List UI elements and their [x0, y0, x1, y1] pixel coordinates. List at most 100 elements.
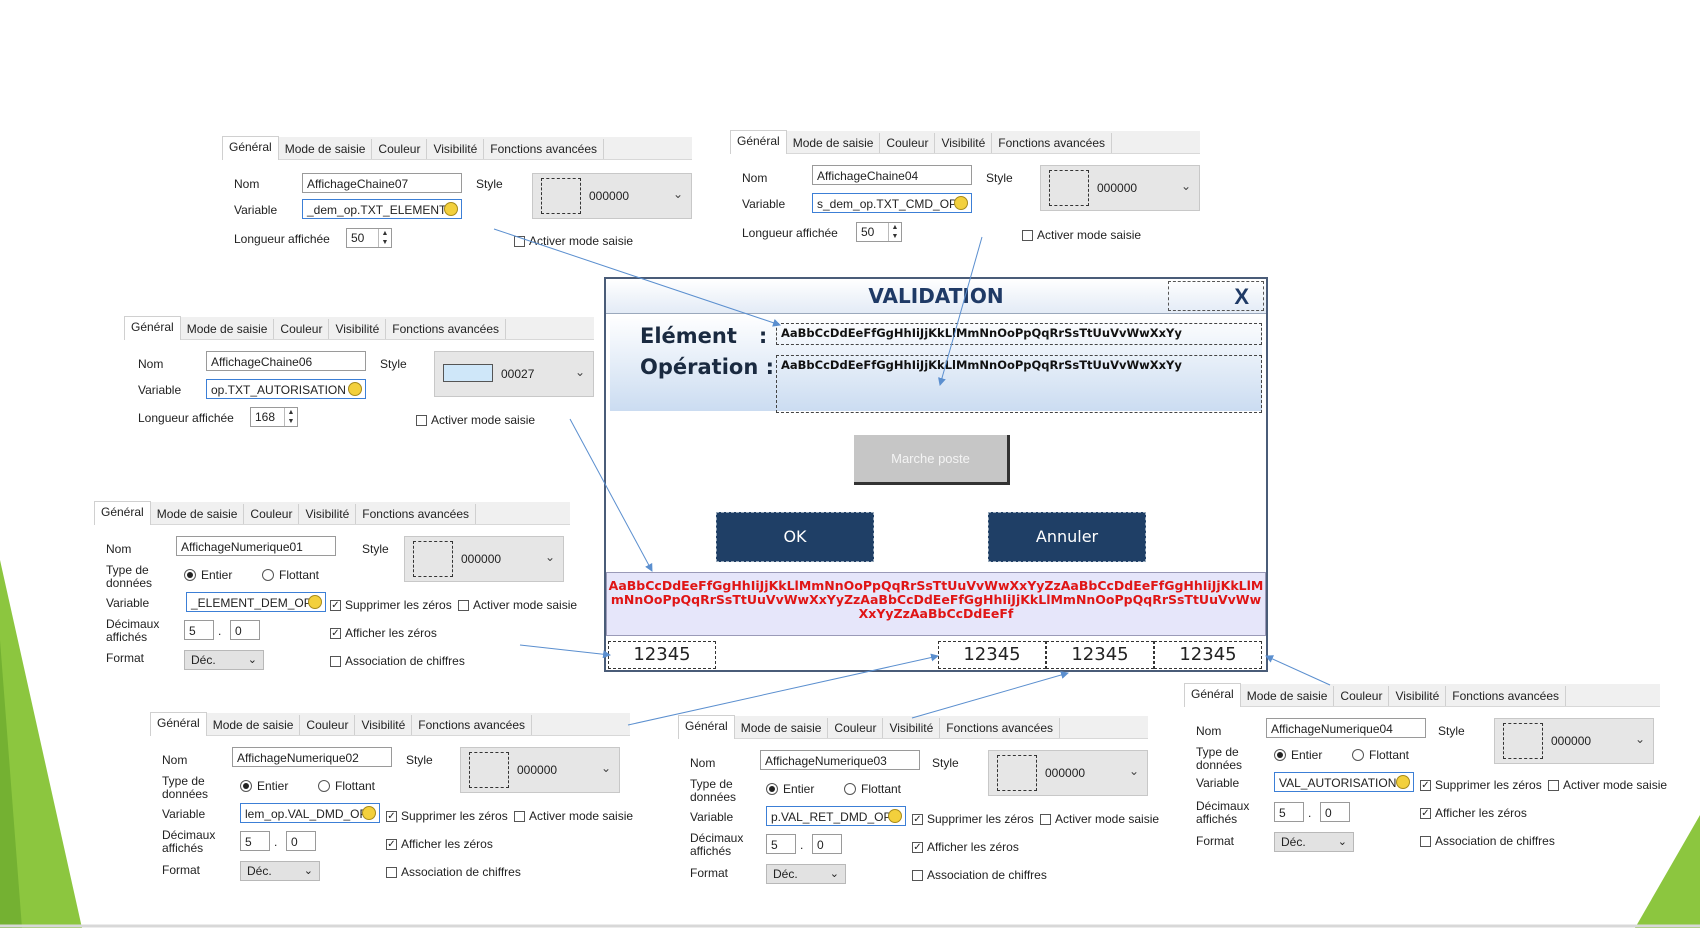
tab-fonctions-avancees[interactable]: Fonctions avancées [992, 133, 1112, 153]
activer-mode-saisie-checkbox[interactable]: Activer mode saisie [514, 234, 633, 248]
nom-field[interactable]: AffichageNumerique03 [760, 750, 920, 770]
nom-field[interactable]: AffichageNumerique02 [232, 747, 392, 767]
tab-fonctions-avancees[interactable]: Fonctions avancées [484, 139, 604, 159]
variable-field[interactable]: s_dem_op.TXT_CMD_OP [812, 193, 972, 213]
tab-general[interactable]: Général [150, 712, 207, 736]
tab-general[interactable]: Général [124, 316, 181, 340]
tab-visibilite[interactable]: Visibilité [427, 139, 485, 159]
tab-fonctions-avancees[interactable]: Fonctions avancées [386, 319, 506, 339]
association-chiffres-checkbox[interactable]: Association de chiffres [386, 865, 521, 879]
tab-visibilite[interactable]: Visibilité [299, 504, 357, 524]
flottant-radio[interactable]: Flottant [1352, 748, 1409, 762]
spinner-arrows-icon[interactable]: ▲ ▼ [284, 408, 297, 426]
lightbulb-icon[interactable] [1396, 775, 1410, 789]
tab-couleur[interactable]: Couleur [880, 133, 936, 153]
tab-couleur[interactable]: Couleur [274, 319, 330, 339]
lightbulb-icon[interactable] [308, 595, 322, 609]
longueur-spinner[interactable]: 50 ▲ ▼ [346, 228, 392, 248]
decimaux-frac-field[interactable]: 0 [812, 834, 842, 854]
tab-mode-saisie[interactable]: Mode de saisie [151, 504, 245, 524]
tab-visibilite[interactable]: Visibilité [1389, 686, 1447, 706]
variable-field[interactable]: lem_op.VAL_DMD_OP [240, 803, 380, 823]
close-icon[interactable]: X [1234, 282, 1249, 312]
lightbulb-icon[interactable] [362, 806, 376, 820]
lightbulb-icon[interactable] [888, 809, 902, 823]
decimaux-frac-field[interactable]: 0 [1320, 802, 1350, 822]
nom-field[interactable]: AffichageNumerique01 [176, 536, 336, 556]
longueur-spinner[interactable]: 168 ▲ ▼ [250, 407, 298, 427]
tab-couleur[interactable]: Couleur [244, 504, 300, 524]
tab-visibilite[interactable]: Visibilité [329, 319, 387, 339]
flottant-radio[interactable]: Flottant [844, 782, 901, 796]
spinner-arrows-icon[interactable]: ▲ ▼ [378, 229, 391, 247]
marche-poste-button[interactable]: Marche poste [854, 435, 1010, 485]
tab-general[interactable]: Général [1184, 683, 1241, 707]
supprimer-zeros-checkbox[interactable]: ✓ Supprimer les zéros [386, 809, 508, 823]
association-chiffres-checkbox[interactable]: Association de chiffres [330, 654, 465, 668]
longueur-spinner[interactable]: 50 ▲ ▼ [856, 222, 902, 242]
entier-radio[interactable]: Entier [184, 568, 232, 582]
tab-general[interactable]: Général [222, 136, 279, 160]
lightbulb-icon[interactable] [954, 196, 968, 210]
afficher-zeros-checkbox[interactable]: ✓ Afficher les zéros [330, 626, 437, 640]
tab-mode-saisie[interactable]: Mode de saisie [1241, 686, 1335, 706]
ok-button[interactable]: OK [716, 512, 874, 562]
decimaux-frac-field[interactable]: 0 [286, 831, 316, 851]
supprimer-zeros-checkbox[interactable]: ✓ Supprimer les zéros [1420, 778, 1542, 792]
tab-fonctions-avancees[interactable]: Fonctions avancées [1446, 686, 1566, 706]
entier-radio[interactable]: Entier [766, 782, 814, 796]
format-select[interactable]: Déc. ⌄ [184, 650, 264, 670]
decimaux-int-field[interactable]: 5 [766, 834, 796, 854]
format-select[interactable]: Déc. ⌄ [1274, 832, 1354, 852]
tab-fonctions-avancees[interactable]: Fonctions avancées [356, 504, 476, 524]
association-chiffres-checkbox[interactable]: Association de chiffres [1420, 834, 1555, 848]
variable-field[interactable]: op.TXT_AUTORISATION [206, 379, 366, 399]
annuler-button[interactable]: Annuler [988, 512, 1146, 562]
flottant-radio[interactable]: Flottant [262, 568, 319, 582]
variable-field[interactable]: _dem_op.TXT_ELEMENT [302, 199, 462, 219]
tab-couleur[interactable]: Couleur [828, 718, 884, 738]
nom-field[interactable]: AffichageChaine06 [206, 351, 366, 371]
tab-general[interactable]: Général [678, 715, 735, 739]
variable-field[interactable]: p.VAL_RET_DMD_OP [766, 806, 906, 826]
afficher-zeros-checkbox[interactable]: ✓ Afficher les zéros [1420, 806, 1527, 820]
afficher-zeros-checkbox[interactable]: ✓ Afficher les zéros [912, 840, 1019, 854]
lightbulb-icon[interactable] [348, 382, 362, 396]
supprimer-zeros-checkbox[interactable]: ✓ Supprimer les zéros [912, 812, 1034, 826]
tab-mode-saisie[interactable]: Mode de saisie [207, 715, 301, 735]
tab-couleur[interactable]: Couleur [300, 715, 356, 735]
activer-mode-saisie-checkbox[interactable]: Activer mode saisie [514, 809, 633, 823]
style-selector[interactable]: 000000 ⌄ [988, 750, 1148, 796]
close-button[interactable]: X [1168, 281, 1264, 311]
association-chiffres-checkbox[interactable]: Association de chiffres [912, 868, 1047, 882]
tab-couleur[interactable]: Couleur [1334, 686, 1390, 706]
style-selector[interactable]: 000000 ⌄ [1040, 165, 1200, 211]
decimaux-int-field[interactable]: 5 [1274, 802, 1304, 822]
nom-field[interactable]: AffichageChaine04 [812, 165, 972, 185]
decimaux-int-field[interactable]: 5 [240, 831, 270, 851]
tab-fonctions-avancees[interactable]: Fonctions avancées [412, 715, 532, 735]
style-selector[interactable]: 000000 ⌄ [532, 173, 692, 219]
entier-radio[interactable]: Entier [240, 779, 288, 793]
supprimer-zeros-checkbox[interactable]: ✓ Supprimer les zéros [330, 598, 452, 612]
variable-field[interactable]: _ELEMENT_DEM_OP [186, 592, 326, 612]
entier-radio[interactable]: Entier [1274, 748, 1322, 762]
activer-mode-saisie-checkbox[interactable]: Activer mode saisie [1040, 812, 1159, 826]
nom-field[interactable]: AffichageChaine07 [302, 173, 462, 193]
tab-couleur[interactable]: Couleur [372, 139, 428, 159]
afficher-zeros-checkbox[interactable]: ✓ Afficher les zéros [386, 837, 493, 851]
nom-field[interactable]: AffichageNumerique04 [1266, 718, 1426, 738]
tab-visibilite[interactable]: Visibilité [935, 133, 993, 153]
tab-mode-saisie[interactable]: Mode de saisie [735, 718, 829, 738]
tab-general[interactable]: Général [730, 130, 787, 154]
variable-field[interactable]: VAL_AUTORISATION [1274, 772, 1414, 792]
tab-fonctions-avancees[interactable]: Fonctions avancées [940, 718, 1060, 738]
style-selector[interactable]: 000000 ⌄ [1494, 718, 1654, 764]
lightbulb-icon[interactable] [444, 202, 458, 216]
tab-mode-saisie[interactable]: Mode de saisie [181, 319, 275, 339]
tab-mode-saisie[interactable]: Mode de saisie [787, 133, 881, 153]
tab-mode-saisie[interactable]: Mode de saisie [279, 139, 373, 159]
format-select[interactable]: Déc. ⌄ [766, 864, 846, 884]
tab-visibilite[interactable]: Visibilité [883, 718, 941, 738]
tab-general[interactable]: Général [94, 501, 151, 525]
